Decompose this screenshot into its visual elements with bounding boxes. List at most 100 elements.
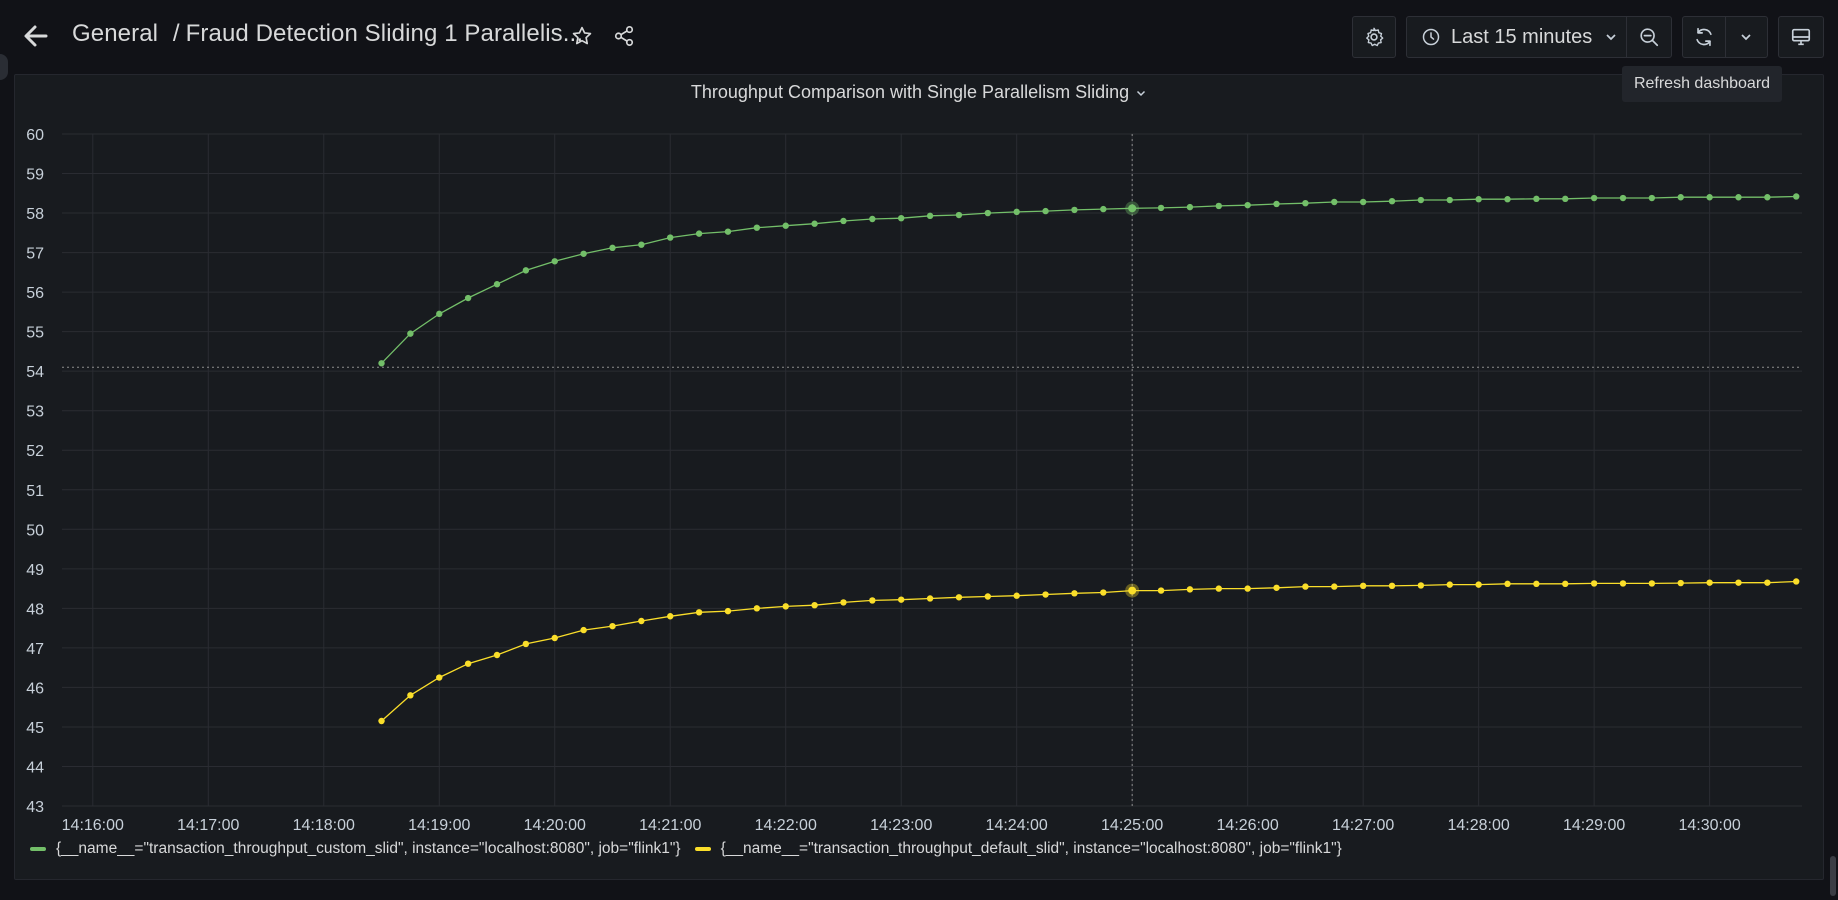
y-tick-label: 46 <box>26 680 44 697</box>
data-point <box>609 622 616 630</box>
x-tick-label: 14:23:00 <box>870 817 932 834</box>
data-point <box>1100 589 1107 596</box>
data-point <box>1244 585 1251 592</box>
data-point <box>436 310 443 318</box>
y-tick-label: 54 <box>26 364 44 381</box>
data-point <box>378 360 385 367</box>
data-point <box>811 601 818 609</box>
data-point <box>984 209 992 217</box>
legend-label: {__name__="transaction_throughput_defaul… <box>720 840 1342 857</box>
data-point <box>782 603 789 610</box>
y-tick-label: 50 <box>26 522 44 539</box>
data-point <box>1533 580 1540 588</box>
y-tick-label: 55 <box>26 325 44 342</box>
y-tick-label: 45 <box>26 720 44 737</box>
data-point <box>407 330 414 337</box>
legend-swatch <box>694 847 711 851</box>
y-tick-label: 53 <box>26 404 44 421</box>
data-point <box>926 212 934 220</box>
data-point <box>1648 580 1656 587</box>
data-point <box>1446 581 1453 588</box>
data-point <box>1157 587 1165 594</box>
data-point <box>609 244 616 252</box>
y-tick-label: 48 <box>26 601 44 618</box>
data-point <box>1273 584 1280 591</box>
data-point <box>1475 196 1482 203</box>
data-point <box>695 230 703 237</box>
legend-label: {__name__="transaction_throughput_custom… <box>56 840 681 857</box>
data-point <box>1590 580 1598 587</box>
data-point <box>1504 196 1511 203</box>
data-point <box>1302 199 1309 207</box>
data-point <box>1388 582 1396 590</box>
data-point <box>1504 580 1511 588</box>
data-point <box>638 617 645 625</box>
x-tick-label: 14:21:00 <box>639 817 701 834</box>
data-point <box>1186 203 1194 211</box>
data-point <box>1793 578 1800 585</box>
data-point <box>1735 579 1742 586</box>
data-point <box>1446 196 1453 204</box>
data-point <box>811 220 818 227</box>
data-point <box>1042 591 1049 598</box>
data-point <box>551 258 558 265</box>
y-tick-label: 56 <box>26 285 44 302</box>
data-point <box>580 626 587 634</box>
data-point <box>1157 204 1165 212</box>
legend-item-default[interactable]: {__name__="transaction_throughput_defaul… <box>694 840 1342 858</box>
data-point <box>1100 205 1107 213</box>
y-tick-label: 51 <box>26 483 44 500</box>
y-tick-label: 59 <box>26 167 44 184</box>
data-point <box>1590 194 1598 202</box>
data-point <box>1215 585 1222 592</box>
chart-legend: {__name__="transaction_throughput_custom… <box>30 840 1356 858</box>
data-point <box>1562 195 1569 203</box>
x-tick-label: 14:30:00 <box>1678 817 1740 834</box>
data-point <box>1042 207 1049 215</box>
y-tick-label: 49 <box>26 562 44 579</box>
data-point <box>1764 194 1771 201</box>
data-point <box>840 599 847 606</box>
data-point <box>638 241 645 248</box>
data-point <box>869 215 876 223</box>
x-tick-label: 14:16:00 <box>62 817 124 834</box>
x-tick-label: 14:25:00 <box>1101 817 1163 834</box>
data-point <box>724 228 732 235</box>
data-point <box>551 634 558 642</box>
data-point <box>1475 581 1482 588</box>
data-point <box>1186 586 1194 593</box>
data-point <box>1244 201 1251 209</box>
data-point <box>1764 579 1771 586</box>
time-series-chart[interactable]: 43 44 45 46 47 48 49 50 51 52 53 54 55 56 57 58 59 60 14:1… <box>0 0 1838 900</box>
data-point <box>1619 580 1627 587</box>
series-line-1 <box>381 195 1797 364</box>
data-point <box>1128 204 1137 213</box>
legend-item-custom[interactable]: {__name__="transaction_throughput_custom… <box>30 840 681 858</box>
data-point <box>1013 592 1020 599</box>
data-point <box>753 224 761 231</box>
x-tick-label: 14:24:00 <box>986 817 1048 834</box>
data-point <box>1793 193 1800 200</box>
scrollbar-thumb[interactable] <box>1830 856 1836 896</box>
data-point <box>1331 583 1338 590</box>
legend-swatch <box>30 847 46 851</box>
x-tick-label: 14:22:00 <box>755 817 817 834</box>
data-point <box>1302 583 1309 590</box>
data-point <box>955 594 963 601</box>
y-tick-label: 52 <box>26 443 44 460</box>
data-point <box>1331 198 1338 206</box>
data-point <box>667 234 674 241</box>
data-point <box>955 211 963 219</box>
series-line-2 <box>381 580 1797 722</box>
data-point <box>695 609 703 616</box>
y-tick-label: 57 <box>26 246 44 263</box>
data-point <box>1735 194 1742 201</box>
x-tick-label: 14:18:00 <box>293 817 355 834</box>
data-point <box>984 593 992 600</box>
data-point <box>464 660 472 667</box>
x-tick-label: 14:26:00 <box>1217 817 1279 834</box>
data-point <box>464 294 472 302</box>
data-point <box>753 605 761 612</box>
data-point <box>898 214 905 222</box>
data-point <box>1417 582 1425 589</box>
